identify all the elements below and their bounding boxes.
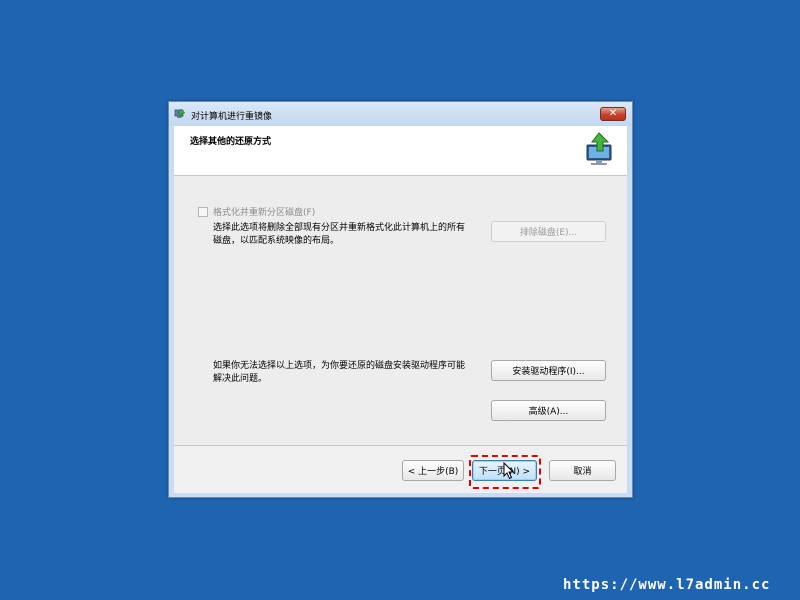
format-repartition-checkbox[interactable]: 格式化并重新分区磁盘(F) — [198, 205, 315, 218]
format-description-line2: 磁盘，以匹配系统映像的布局。 — [213, 236, 340, 246]
wizard-header: 选择其他的还原方式 — [174, 126, 627, 176]
computer-restore-icon — [586, 132, 612, 165]
mouse-pointer-icon — [503, 462, 515, 480]
install-drivers-button[interactable]: 安装驱动程序(I)... — [491, 360, 606, 381]
window-title: 对计算机进行重镜像 — [191, 112, 273, 122]
exclude-disks-button[interactable]: 排除磁盘(E)... — [491, 221, 606, 242]
advanced-button[interactable]: 高级(A)... — [491, 400, 606, 421]
checkbox-box[interactable] — [198, 206, 208, 217]
driver-description: 如果你无法选择以上选项，为你要还原的磁盘安装驱动程序可能 解决此问题。 — [213, 360, 465, 386]
driver-description-line2: 解决此问题。 — [213, 374, 268, 384]
close-button[interactable]: ✕ — [600, 107, 626, 121]
backup-restore-icon — [174, 108, 186, 118]
reimage-wizard-window: 对计算机进行重镜像 ✕ 选择其他的还原方式 — [168, 101, 633, 498]
site-watermark: https://www.l7admin.cc — [563, 577, 771, 593]
driver-description-line1: 如果你无法选择以上选项，为你要还原的磁盘安装驱动程序可能 — [213, 361, 466, 371]
format-repartition-label: 格式化并重新分区磁盘(F) — [213, 208, 316, 218]
cancel-button[interactable]: 取消 — [549, 460, 616, 481]
close-icon: ✕ — [608, 108, 618, 119]
format-description-line1: 选择此选项将删除全部现有分区并重新格式化此计算机上的所有 — [213, 223, 466, 233]
page-title: 选择其他的还原方式 — [190, 137, 272, 147]
format-description: 选择此选项将删除全部现有分区并重新格式化此计算机上的所有 磁盘，以匹配系统映像的… — [213, 222, 465, 248]
back-button[interactable]: < 上一步(B) — [402, 460, 464, 481]
title-bar[interactable]: 对计算机进行重镜像 ✕ — [169, 102, 632, 126]
